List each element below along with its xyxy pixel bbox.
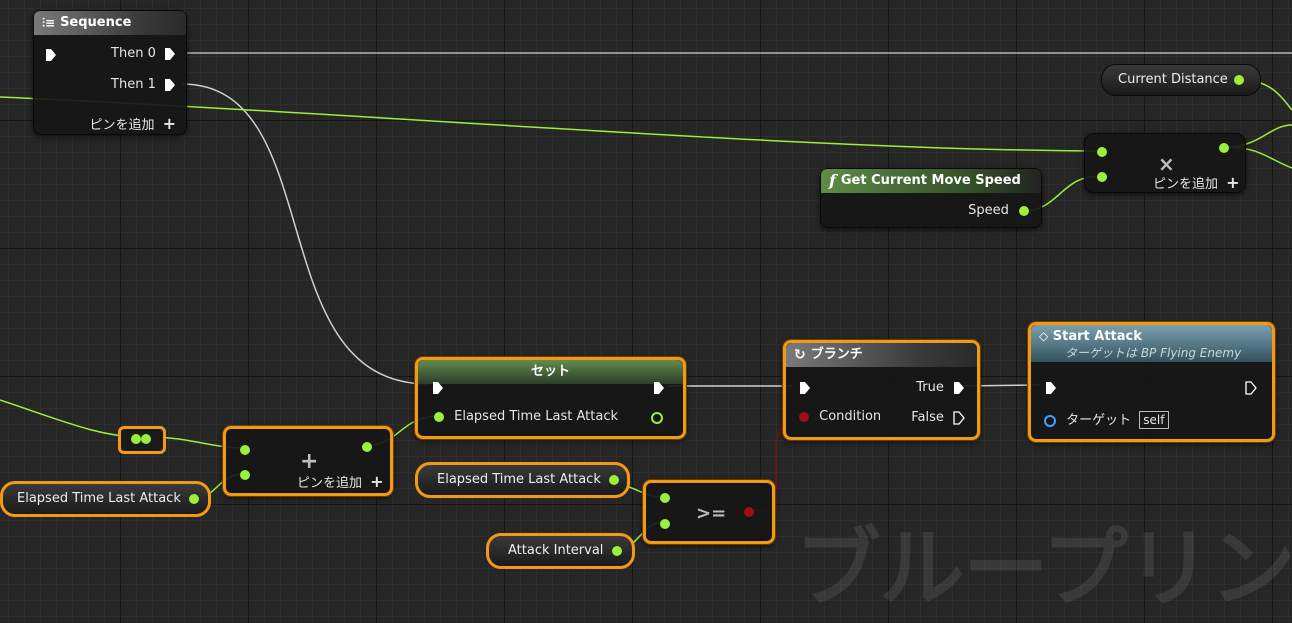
true-label: True [916, 380, 944, 395]
branch-node[interactable]: ↻ ブランチ True Condition False [783, 340, 980, 440]
elapsed-time-left-node[interactable]: Elapsed Time Last Attack [0, 481, 211, 517]
attack-interval-label: Attack Interval [508, 543, 604, 558]
multiply-node[interactable]: × ピンを追加 + [1084, 133, 1246, 193]
attack-exec-out-pin[interactable] [1245, 381, 1257, 395]
current-distance-pin[interactable] [1233, 74, 1244, 85]
speed-label: Speed [968, 203, 1009, 218]
exec-in-pin[interactable] [45, 48, 57, 62]
add-pin-label: ピンを追加 [297, 476, 363, 491]
branch-header[interactable]: ↻ ブランチ [786, 343, 977, 367]
plus-icon: + [370, 472, 384, 491]
add-add-pin-button[interactable]: ピンを追加 + [297, 472, 384, 491]
start-attack-header[interactable]: ◇ Start Attack ターゲットは BP Flying Enemy [1031, 325, 1272, 362]
true-pin[interactable] [953, 381, 965, 395]
false-pin[interactable] [953, 410, 965, 425]
start-attack-subtitle: ターゲットは BP Flying Enemy [1065, 346, 1242, 360]
multiply-add-pin-button[interactable]: ピンを追加 + [1153, 173, 1240, 192]
sequence-node[interactable]: ⫶≡ Sequence Then 0 Then 1 ピンを追加 + [33, 10, 187, 135]
set-exec-out-pin[interactable] [653, 381, 665, 395]
elapsed-time-mid-node[interactable]: Elapsed Time Last Attack [415, 462, 630, 498]
add-pin-label: ピンを追加 [1153, 177, 1219, 192]
current-distance-label: Current Distance [1118, 72, 1228, 87]
attack-interval-pin[interactable] [611, 545, 622, 556]
set-title: セット [530, 364, 570, 379]
start-attack-node[interactable]: ◇ Start Attack ターゲットは BP Flying Enemy ター… [1028, 322, 1275, 442]
condition-pin[interactable] [799, 411, 809, 422]
elapsed-time-left-pin[interactable] [189, 493, 199, 504]
elapsed-time-left-label: Elapsed Time Last Attack [17, 491, 181, 506]
add-symbol: + [300, 449, 319, 474]
sequence-header[interactable]: ⫶≡ Sequence [34, 11, 186, 35]
add-in-b-pin[interactable] [240, 470, 250, 480]
then-0-pin[interactable] [164, 47, 176, 61]
set-exec-in-pin[interactable] [432, 381, 444, 395]
add-out-pin[interactable] [362, 442, 372, 452]
elapsed-time-mid-label: Elapsed Time Last Attack [437, 472, 601, 487]
reroute-node[interactable] [118, 426, 166, 454]
set-value-out-pin[interactable] [651, 412, 663, 424]
reroute-out-pin[interactable] [141, 434, 151, 444]
sequence-title: Sequence [60, 15, 132, 30]
condition-label: Condition [819, 409, 882, 424]
false-label: False [911, 410, 944, 425]
add-in-a-pin[interactable] [240, 445, 250, 455]
then-1-label: Then 1 [111, 77, 156, 92]
branch-icon: ↻ [794, 347, 806, 363]
multiply-out-pin[interactable] [1219, 143, 1229, 153]
greater-equal-node[interactable]: >= [643, 480, 775, 544]
then-0-label: Then 0 [111, 46, 156, 61]
sequence-add-pin-button[interactable]: ピンを追加 + [89, 114, 176, 133]
event-diamond-icon: ◇ [1039, 329, 1049, 343]
set-pin-label: Elapsed Time Last Attack [454, 409, 618, 424]
set-node[interactable]: セット Elapsed Time Last Attack [415, 357, 686, 439]
target-pin[interactable] [1044, 414, 1056, 427]
plus-icon: + [1226, 173, 1240, 192]
multiply-in-b-pin[interactable] [1097, 172, 1107, 182]
compare-symbol: >= [696, 503, 727, 524]
add-pin-label: ピンを追加 [89, 118, 155, 133]
elapsed-time-mid-pin[interactable] [609, 474, 619, 485]
get-current-move-speed-node[interactable]: f Get Current Move Speed Speed [820, 168, 1042, 228]
target-label: ターゲット [1066, 413, 1132, 428]
exec-wire-then1-to-set [181, 83, 429, 385]
compare-in-a-pin[interactable] [660, 493, 670, 503]
branch-exec-in-pin[interactable] [799, 381, 811, 395]
attack-exec-in-pin[interactable] [1045, 381, 1057, 395]
speed-pin[interactable] [1019, 205, 1029, 216]
set-header[interactable]: セット [418, 360, 683, 384]
current-distance-node[interactable]: Current Distance [1101, 64, 1261, 96]
plus-icon: + [162, 114, 176, 133]
attack-interval-node[interactable]: Attack Interval [486, 533, 635, 569]
branch-title: ブランチ [810, 347, 863, 362]
compare-in-b-pin[interactable] [660, 519, 670, 529]
then-1-pin[interactable] [164, 78, 176, 92]
get-speed-title: Get Current Move Speed [840, 173, 1021, 188]
target-self-value[interactable]: self [1139, 411, 1169, 429]
blueprint-watermark: ブループリント [795, 519, 1292, 619]
multiply-in-a-pin[interactable] [1097, 147, 1107, 157]
compare-out-pin[interactable] [744, 507, 754, 517]
add-node[interactable]: + ピンを追加 + [223, 426, 393, 496]
get-speed-header[interactable]: f Get Current Move Speed [821, 169, 1041, 193]
set-value-in-pin[interactable] [434, 411, 444, 422]
sequence-icon: ⫶≡ [42, 16, 56, 30]
function-icon: f [829, 171, 836, 190]
start-attack-title: Start Attack [1052, 329, 1142, 344]
reroute-in-pin[interactable] [131, 434, 141, 444]
